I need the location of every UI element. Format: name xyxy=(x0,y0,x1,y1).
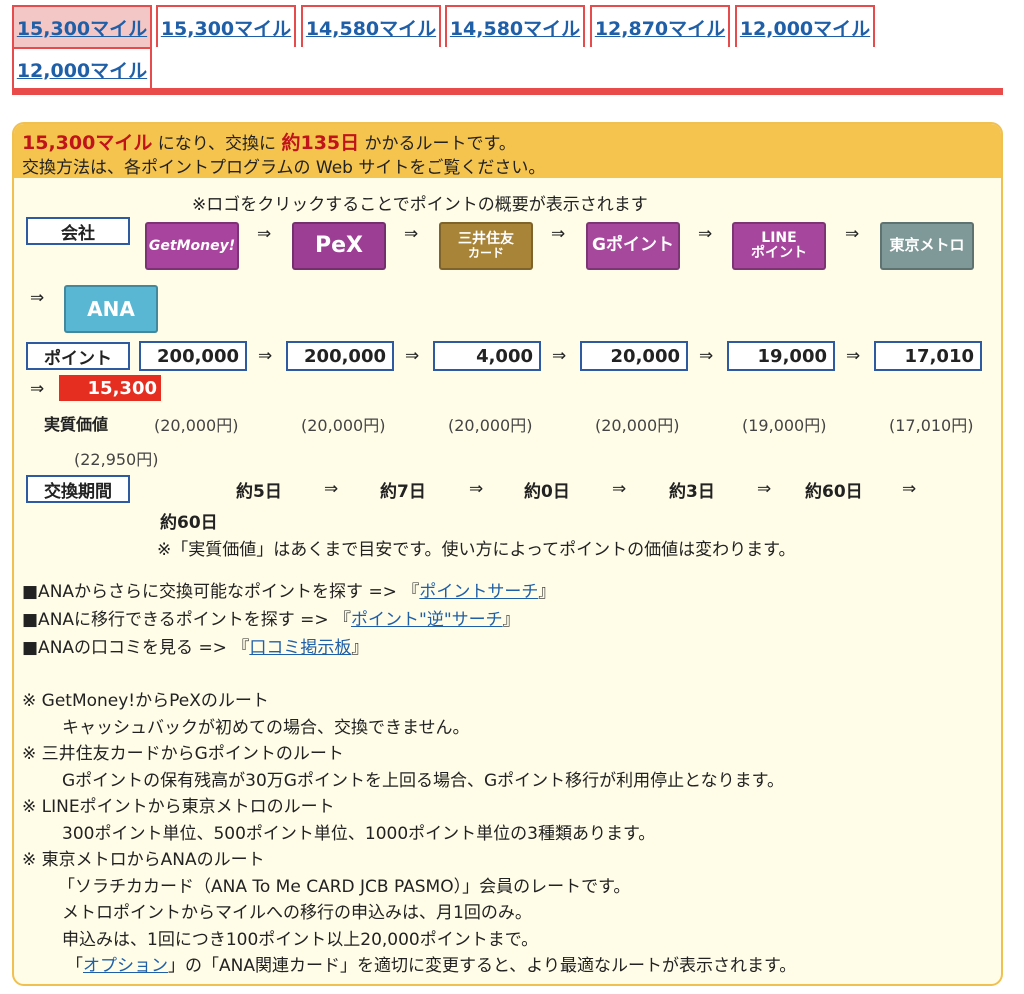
tab-underline xyxy=(12,88,1003,95)
period-6: 約60日 xyxy=(160,513,218,533)
arrow: ⇒ xyxy=(324,479,339,499)
logo-pex[interactable]: PeX xyxy=(292,222,386,270)
arrow: ⇒ xyxy=(757,479,772,499)
value-label: 実質価値 xyxy=(44,415,109,434)
period-1: 約5日 xyxy=(236,482,282,502)
note-line: Gポイントの保有残高が30万Gポイントを上回る場合、Gポイント移行が利用停止とな… xyxy=(62,771,784,791)
option-note: 「オプション」の「ANA関連カード」を適切に変更すると、より最適なルートが表示さ… xyxy=(66,956,797,976)
points-ana-miles: 15,300 xyxy=(59,375,161,401)
route-tab-5[interactable]: 12,870マイル xyxy=(590,5,730,47)
point-reverse-search-link[interactable]: ポイント"逆"サーチ xyxy=(351,610,503,630)
period-5: 約60日 xyxy=(805,482,863,502)
logo-tokyo-metro[interactable]: 東京メトロ xyxy=(880,222,974,270)
logo-line-point[interactable]: LINE ポイント xyxy=(732,222,826,270)
route-tab-1[interactable]: 15,300マイル xyxy=(12,5,152,47)
points-mitsui: 4,000 xyxy=(433,341,541,371)
logo-ana[interactable]: ANA xyxy=(64,285,158,333)
note-line: 300ポイント単位、500ポイント単位、1000ポイント単位の3種類あります。 xyxy=(62,824,656,844)
arrow: ⇒ xyxy=(405,346,420,366)
points-pex: 200,000 xyxy=(286,341,394,371)
value-line: (19,000円) xyxy=(742,416,827,435)
note-line: メトロポイントからマイルへの移行の申込みは、月1回のみ。 xyxy=(62,903,532,923)
arrow: ⇒ xyxy=(699,346,714,366)
value-metro: (17,010円) xyxy=(889,416,974,435)
arrow: ⇒ xyxy=(902,479,917,499)
value-pex: (20,000円) xyxy=(301,416,386,435)
route-tab-7[interactable]: 12,000マイル xyxy=(12,47,152,89)
arrow: ⇒ xyxy=(551,224,566,244)
points-metro: 17,010 xyxy=(874,341,982,371)
logo-getmoney[interactable]: GetMoney! xyxy=(145,222,239,270)
route-summary: 15,300マイル になり、交換に 約135日 かかるルートです。 交換方法は、… xyxy=(14,124,1001,178)
route-tab-4[interactable]: 14,580マイル xyxy=(445,5,585,47)
value-mitsui: (20,000円) xyxy=(448,416,533,435)
value-gpoint: (20,000円) xyxy=(595,416,680,435)
route-tab-3[interactable]: 14,580マイル xyxy=(301,5,441,47)
points-label: ポイント xyxy=(26,342,130,370)
value-ana: (22,950円) xyxy=(74,450,159,469)
reviews-board-link[interactable]: 口コミ掲示板 xyxy=(249,638,351,658)
note-title: ※ 東京メトロからANAのルート xyxy=(22,850,265,870)
route-tab-2[interactable]: 15,300マイル xyxy=(156,5,296,47)
note-title: ※ 三井住友カードからGポイントのルート xyxy=(22,744,344,764)
search-line-reviews: ■ANAの口コミを見る => 『口コミ掲示板』 xyxy=(22,638,369,658)
period-label: 交換期間 xyxy=(26,475,130,503)
note-title: ※ GetMoney!からPeXのルート xyxy=(22,691,269,711)
arrow: ⇒ xyxy=(258,346,273,366)
logo-gpoint[interactable]: Gポイント xyxy=(586,222,680,270)
arrow: ⇒ xyxy=(30,288,45,308)
arrow: ⇒ xyxy=(552,346,567,366)
period-2: 約7日 xyxy=(380,482,426,502)
note-title: ※ LINEポイントから東京メトロのルート xyxy=(22,797,335,817)
summary-note: 交換方法は、各ポイントプログラムの Web サイトをご覧ください。 xyxy=(22,158,546,178)
arrow: ⇒ xyxy=(846,346,861,366)
point-search-link[interactable]: ポイントサーチ xyxy=(419,582,538,602)
search-line-forward: ■ANAからさらに交換可能なポイントを探す => 『ポイントサーチ』 xyxy=(22,582,556,602)
period-3: 約0日 xyxy=(524,482,570,502)
arrow: ⇒ xyxy=(612,479,627,499)
arrow: ⇒ xyxy=(404,224,419,244)
arrow: ⇒ xyxy=(469,479,484,499)
note-line: 申込みは、1回につき100ポイント以上20,000ポイントまで。 xyxy=(62,930,539,950)
value-getmoney: (20,000円) xyxy=(154,416,239,435)
note-line: キャッシュバックが初めての場合、交換できません。 xyxy=(62,718,470,738)
search-line-reverse: ■ANAに移行できるポイントを探す => 『ポイント"逆"サーチ』 xyxy=(22,610,520,630)
arrow: ⇒ xyxy=(257,224,272,244)
arrow: ⇒ xyxy=(698,224,713,244)
route-tab-6[interactable]: 12,000マイル xyxy=(735,5,875,47)
period-4: 約3日 xyxy=(669,482,715,502)
value-note: ※「実質価値」はあくまで目安です。使い方によってポイントの価値は変わります。 xyxy=(157,540,796,560)
logo-note: ※ロゴをクリックすることでポイントの概要が表示されます xyxy=(192,195,648,215)
miles-total: 15,300マイル xyxy=(22,132,153,154)
points-line: 19,000 xyxy=(727,341,835,371)
logo-mitsui-sumitomo-card[interactable]: 三井住友 カード xyxy=(439,222,533,270)
option-link[interactable]: オプション xyxy=(83,956,168,976)
route-panel: 15,300マイル になり、交換に 約135日 かかるルートです。 交換方法は、… xyxy=(12,122,1003,986)
points-gpoint: 20,000 xyxy=(580,341,688,371)
note-line: 「ソラチカカード（ANA To Me CARD JCB PASMO）」会員のレー… xyxy=(58,877,631,897)
points-getmoney: 200,000 xyxy=(139,341,247,371)
arrow: ⇒ xyxy=(30,379,45,399)
days-total: 約135日 xyxy=(281,132,360,154)
company-label: 会社 xyxy=(26,217,130,245)
arrow: ⇒ xyxy=(845,224,860,244)
